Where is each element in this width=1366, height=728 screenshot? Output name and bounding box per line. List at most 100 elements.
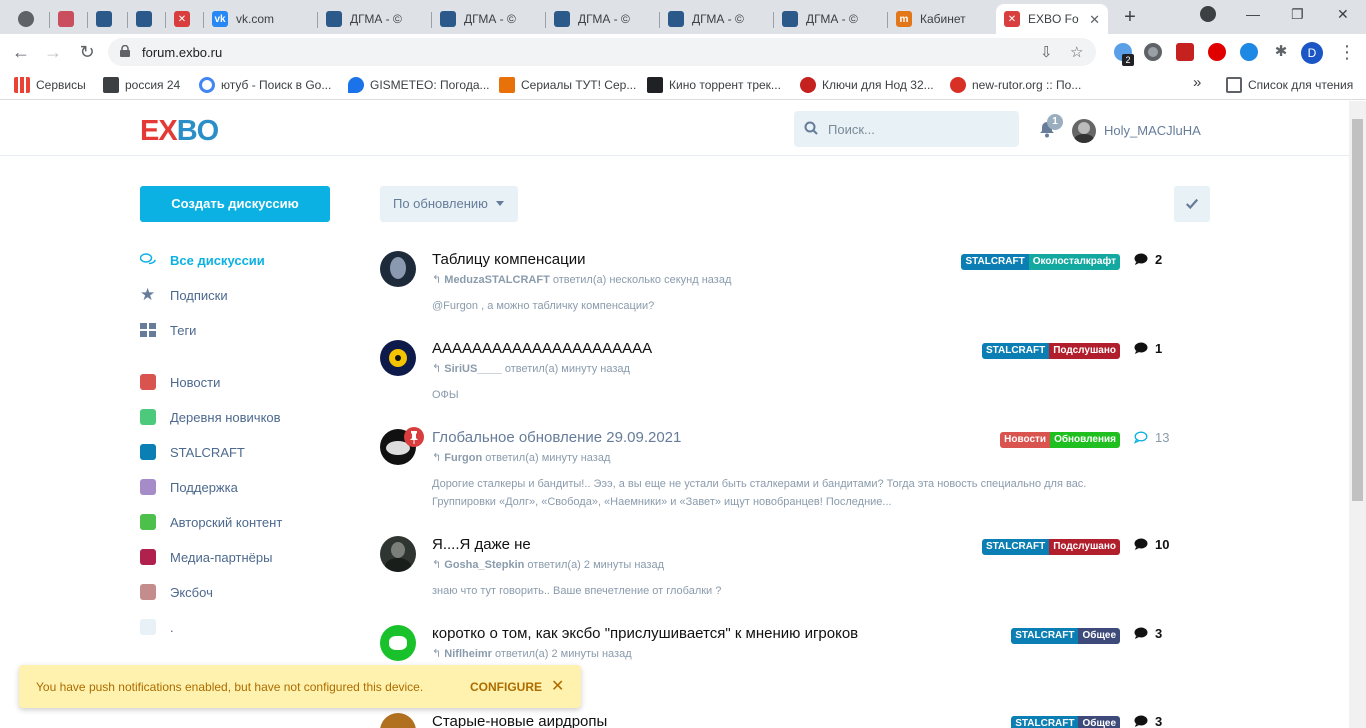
adblock-icon[interactable] [1208, 43, 1226, 61]
browser-tab[interactable]: ✕ [166, 4, 204, 34]
sidebar-tag-news[interactable]: Новости [140, 374, 220, 390]
bookmark-item[interactable]: Сериалы ТУТ! Сер... [499, 77, 636, 93]
menu-icon[interactable]: ⋮ [1336, 41, 1358, 63]
reply-count: 1 [1134, 341, 1162, 356]
extension-icon[interactable] [1176, 43, 1194, 61]
discussion-title[interactable]: Я....Я даже не [432, 536, 531, 553]
user-avatar[interactable] [380, 536, 416, 572]
bookmark-item[interactable]: ютуб - Поиск в Go... [199, 77, 331, 93]
browser-tab[interactable]: ДГМА - © [774, 4, 888, 34]
mark-all-read-button[interactable] [1174, 186, 1210, 222]
discussion-tags[interactable]: STALCRAFT Околосталкрафт [961, 254, 1120, 270]
discussion-title[interactable]: коротко о том, как эксбо "прислушивается… [432, 625, 858, 642]
close-window-icon[interactable]: ✕ [1337, 6, 1349, 23]
close-tab-icon[interactable]: ✕ [1089, 12, 1100, 28]
scrollbar-thumb[interactable] [1352, 119, 1363, 501]
browser-tab[interactable] [10, 4, 50, 34]
bookmark-item[interactable]: GISMETEO: Погода... [348, 77, 490, 93]
sidebar-tag-support[interactable]: Поддержка [140, 479, 238, 495]
user-avatar[interactable] [380, 251, 416, 287]
browser-tab-vk[interactable]: vk vk.com [204, 4, 318, 34]
minimize-icon[interactable]: — [1246, 6, 1260, 22]
alert-message: You have push notifications enabled, but… [36, 680, 424, 694]
extension-icon[interactable] [1144, 43, 1162, 61]
discussion-item[interactable]: Таблицу компенсации ↰ MeduzaSTALCRAFT от… [380, 251, 1180, 321]
reload-button[interactable]: ↻ [76, 41, 98, 63]
site-icon [499, 77, 515, 93]
tab-search-icon[interactable] [1200, 6, 1216, 22]
forward-button[interactable]: → [42, 41, 64, 63]
reading-list-button[interactable]: Список для чтения [1226, 77, 1353, 93]
bookmarks-bar: Сервисы россия 24 ютуб - Поиск в Go... G… [0, 70, 1366, 100]
monitor-icon [103, 77, 119, 93]
discussion-title[interactable]: Старые-новые аирдропы [432, 713, 607, 728]
discussion-tags[interactable]: STALCRAFT Подслушано [981, 343, 1120, 359]
browser-tab-active[interactable]: ✕ EXBO Fo ✕ [996, 4, 1108, 34]
close-icon[interactable]: ✕ [551, 676, 564, 696]
bookmark-item[interactable]: россия 24 [103, 77, 180, 93]
puzzle-icon[interactable]: ✱ [1272, 43, 1290, 61]
browser-tab[interactable]: m Кабинет [888, 4, 996, 34]
discussion-title[interactable]: Глобальное обновление 29.09.2021 [432, 429, 681, 446]
bookmark-star-icon[interactable]: ☆ [1070, 43, 1083, 61]
discussion-excerpt: знаю что тут говорить.. Ваше впечетление… [432, 585, 722, 597]
bookmark-item[interactable]: new-rutor.org :: По... [950, 77, 1081, 93]
browser-tab[interactable]: ДГМА - © [546, 4, 660, 34]
sidebar-tag-author-content[interactable]: Авторский контент [140, 514, 282, 530]
lock-icon [120, 45, 130, 57]
create-discussion-button[interactable]: Создать дискуссию [140, 186, 330, 222]
sort-dropdown[interactable]: По обновлению [380, 186, 518, 222]
discussion-item-pinned[interactable]: Глобальное обновление 29.09.2021 ↰ Furgo… [380, 427, 1180, 519]
sidebar-item-all-discussions[interactable]: Все дискуссии [140, 252, 265, 268]
apps-icon [14, 77, 30, 93]
discussion-title[interactable]: АААААААААААААААААААААА [432, 340, 652, 357]
browser-tab[interactable] [128, 4, 166, 34]
user-avatar[interactable] [380, 625, 416, 661]
discussion-title[interactable]: Таблицу компенсации [432, 251, 585, 268]
configure-button[interactable]: CONFIGURE [470, 680, 542, 694]
profile-avatar[interactable]: D [1301, 42, 1323, 64]
browser-tab[interactable]: ДГМА - © [318, 4, 432, 34]
search-input[interactable]: Поиск... [794, 111, 1019, 147]
browser-tab[interactable] [50, 4, 88, 34]
maximize-icon[interactable]: ❐ [1291, 6, 1304, 23]
comment-icon [1134, 342, 1148, 354]
address-bar[interactable]: forum.exbo.ru ⇩ ☆ [108, 38, 1096, 66]
sidebar-item-subscriptions[interactable]: ★ Подписки [140, 286, 228, 303]
discussion-tags[interactable]: STALCRAFT Подслушано [981, 539, 1120, 555]
bookmark-item[interactable]: Сервисы [14, 77, 86, 93]
vk-icon: vk [212, 11, 228, 27]
discussion-item[interactable]: АААААААААААААААААААААА ↰ SiriUS____ отве… [380, 340, 1180, 410]
browser-tab[interactable] [88, 4, 128, 34]
browser-tab[interactable]: ДГМА - © [660, 4, 774, 34]
list-icon [1226, 77, 1242, 93]
star-badge-icon [950, 77, 966, 93]
discussion-tags[interactable]: STALCRAFT Общее [1011, 628, 1120, 644]
extension-icon[interactable] [1240, 43, 1258, 61]
sidebar-tag-exboch[interactable]: Эксбоч [140, 584, 213, 600]
sidebar-tag-stalcraft[interactable]: STALCRAFT [140, 444, 245, 460]
more-bookmarks-button[interactable]: » [1193, 74, 1201, 91]
new-tab-button[interactable]: + [1120, 6, 1140, 28]
sidebar-tag-media-partners[interactable]: Медиа-партнёры [140, 549, 272, 565]
bookmark-item[interactable]: Ключи для Нод 32... [800, 77, 934, 93]
bookmark-item[interactable]: Кино торрент трек... [647, 77, 781, 93]
username[interactable]: Holy_MACJluHA [1104, 123, 1201, 138]
user-avatar[interactable] [1072, 119, 1096, 143]
back-button[interactable]: ← [10, 41, 32, 63]
install-icon[interactable]: ⇩ [1040, 43, 1053, 61]
user-avatar[interactable] [380, 713, 416, 728]
discussion-tags[interactable]: STALCRAFT Общее [1011, 716, 1120, 728]
browser-tab[interactable]: ДГМА - © [432, 4, 546, 34]
user-avatar[interactable] [380, 340, 416, 376]
sidebar-item-tags[interactable]: Теги [140, 322, 196, 338]
reply-count: 3 [1134, 626, 1162, 641]
exbo-logo[interactable]: EXBO [140, 115, 219, 148]
page-scrollbar[interactable] [1349, 101, 1366, 728]
sidebar-tag-dot[interactable]: . [140, 619, 174, 635]
discussion-tags[interactable]: Новости Обновления [1000, 432, 1120, 448]
discussion-item[interactable]: Старые-новые аирдропы STALCRAFT Общее 3 [380, 713, 1180, 728]
discussion-item[interactable]: Я....Я даже не ↰ Gosha_Stepkin ответил(а… [380, 536, 1180, 606]
sidebar-tag-newbie-village[interactable]: Деревня новичков [140, 409, 281, 425]
book-icon [58, 11, 74, 27]
